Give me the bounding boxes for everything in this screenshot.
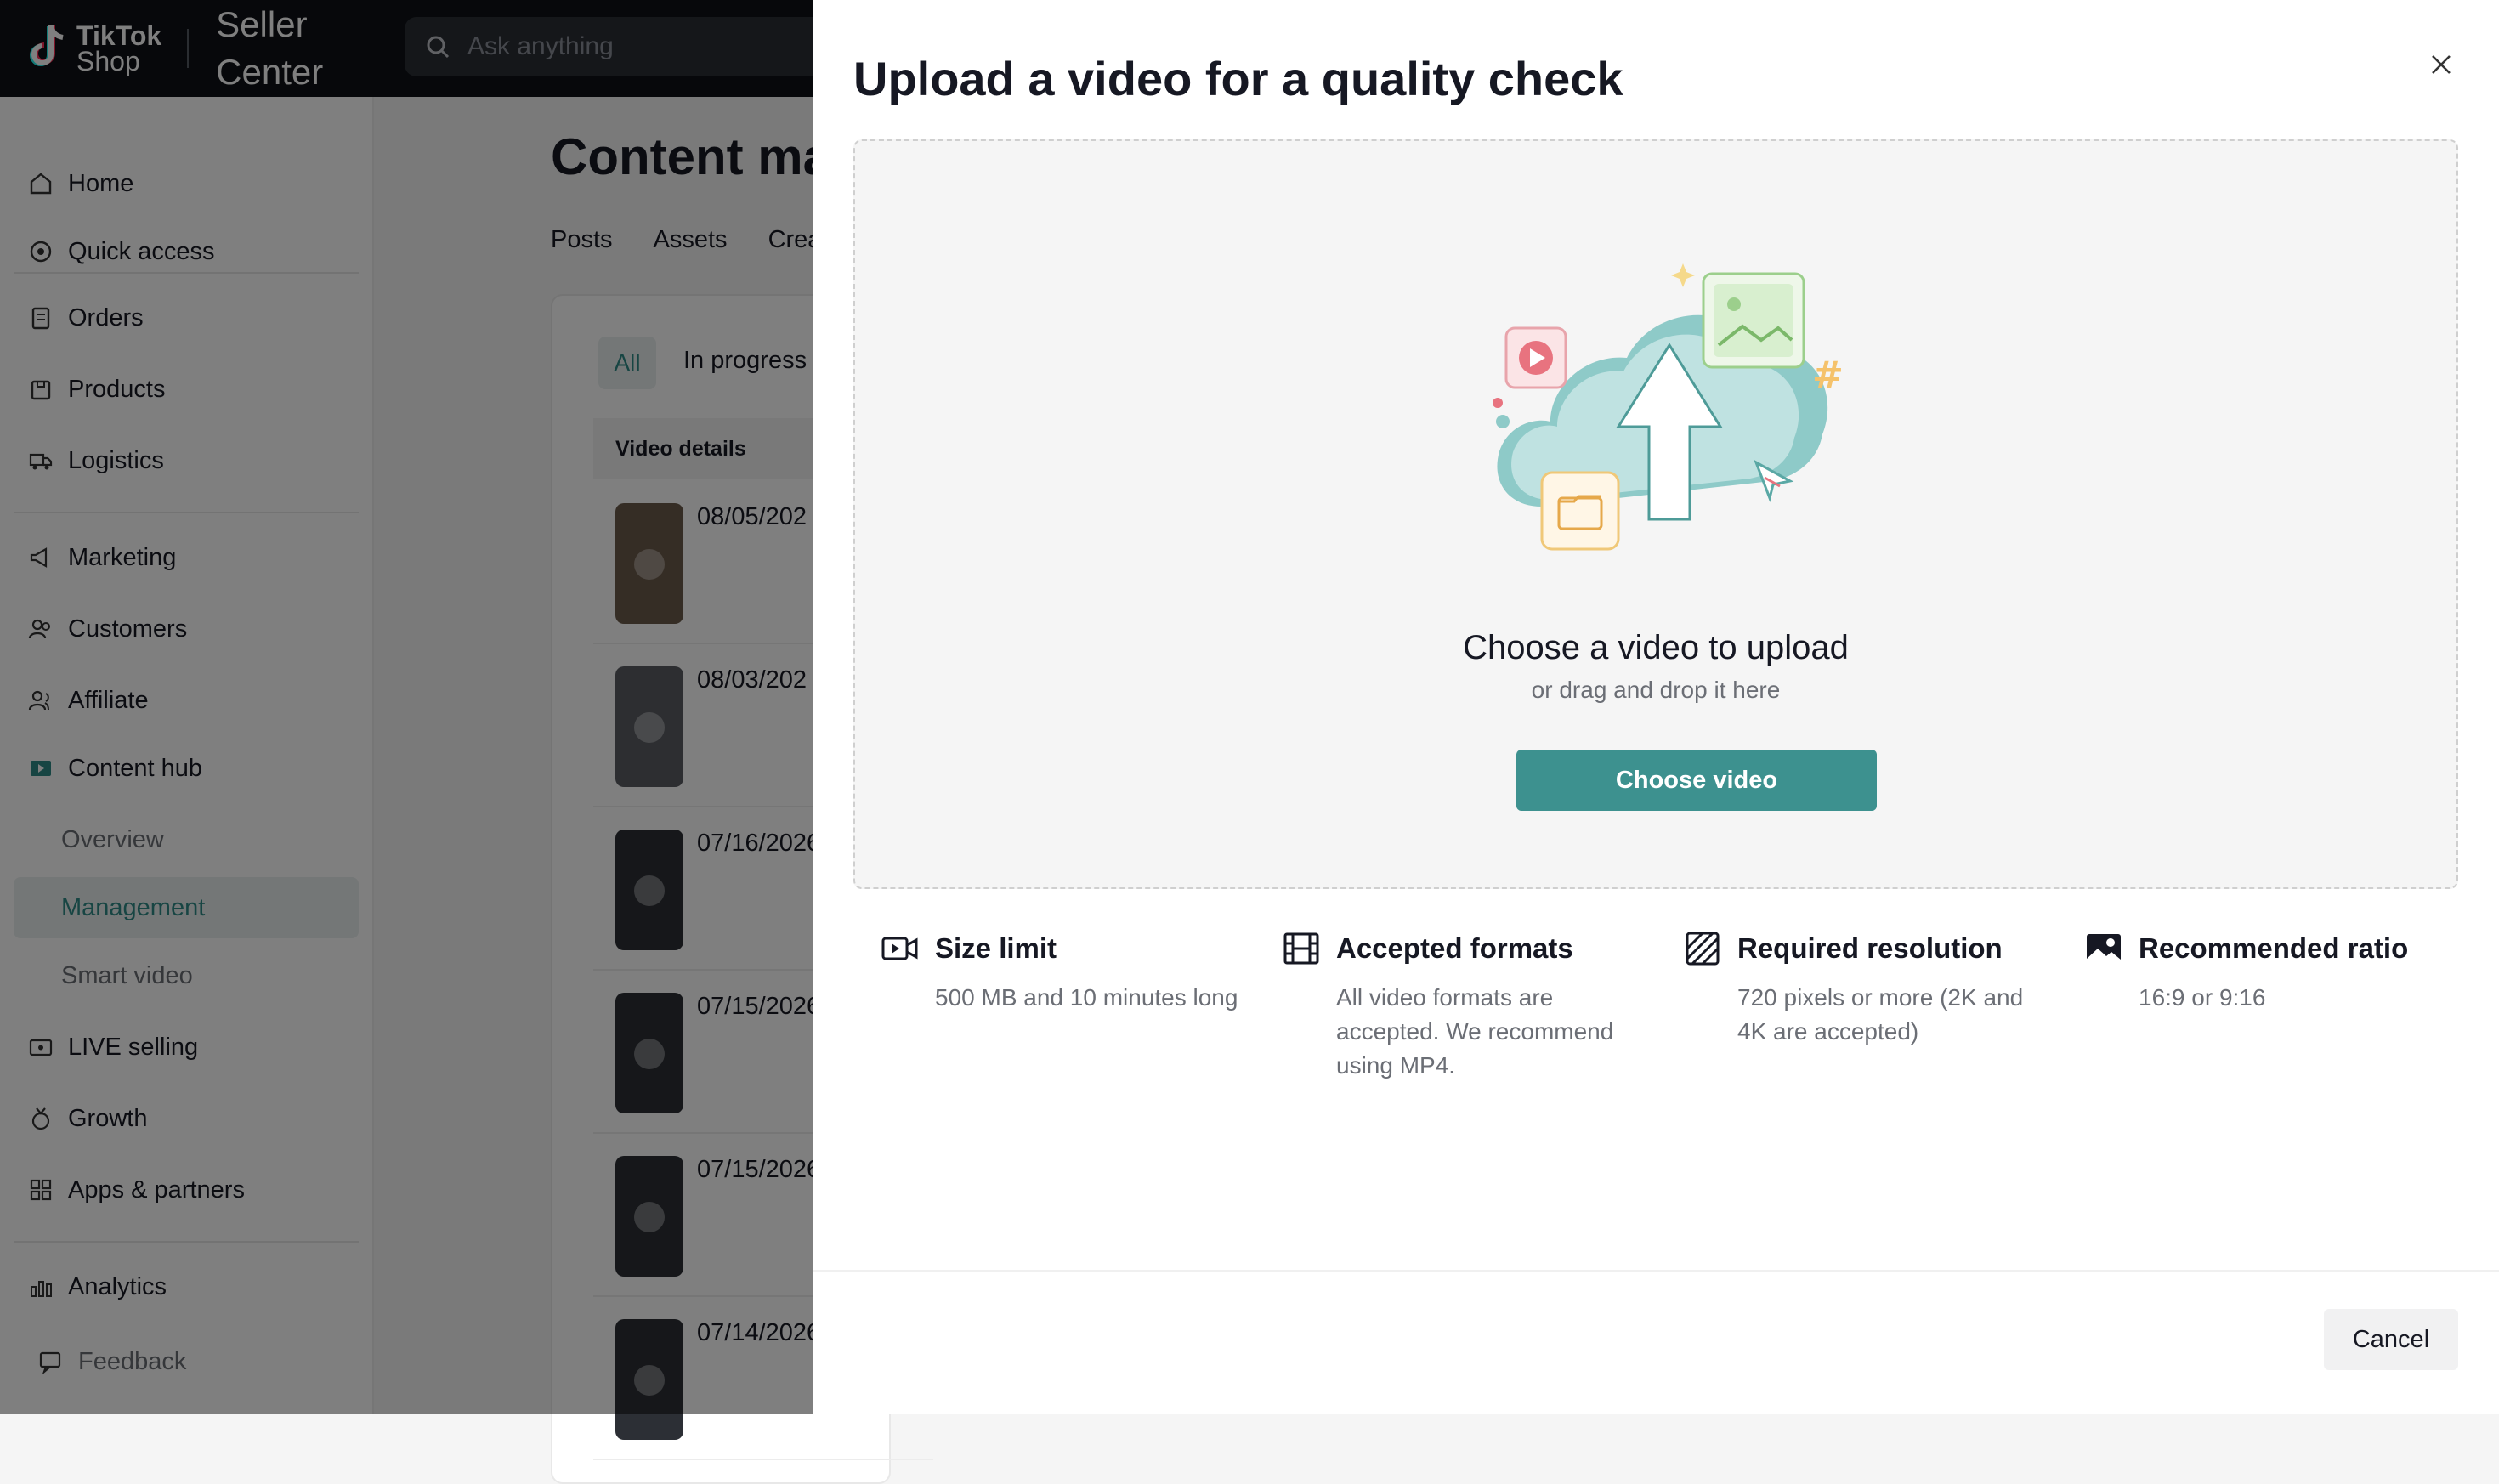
info-recommended-ratio: Recommended ratio 16:9 or 9:16 [2084,932,2458,1015]
drawer-footer: Cancel [813,1270,2499,1414]
resolution-icon [1686,932,1720,966]
cancel-button[interactable]: Cancel [2324,1309,2458,1370]
info-desc: 16:9 or 9:16 [2139,984,2266,1011]
dropzone-subtitle: or drag and drop it here [1531,677,1781,703]
info-desc: 500 MB and 10 minutes long [935,984,1238,1011]
info-title: Accepted formats [1336,932,1573,964]
close-button[interactable] [2424,48,2458,82]
upload-drawer: Upload a video for a quality check # Cho… [813,0,2499,1414]
info-accepted-formats: Accepted formats All video formats are a… [1282,932,1656,1083]
drawer-title: Upload a video for a quality check [853,52,1624,105]
film-icon [1284,932,1319,965]
info-title: Required resolution [1737,932,2003,964]
close-icon [2432,55,2451,74]
video-dropzone[interactable]: # Choose a video to upload or drag and d… [853,139,2458,889]
info-required-resolution: Required resolution 720 pixels or more (… [1683,932,2057,1049]
video-icon [881,937,918,960]
cloud-upload-illustration-icon: # [1493,263,1844,551]
info-title: Recommended ratio [2139,932,2409,964]
info-size-limit: Size limit 500 MB and 10 minutes long [881,932,1255,1015]
svg-text:#: # [1812,354,1844,397]
info-title: Size limit [935,932,1057,964]
dropzone-title: Choose a video to upload [1463,629,1849,666]
info-desc: All video formats are accepted. We recom… [1336,984,1614,1079]
ratio-icon [2087,934,2121,963]
info-desc: 720 pixels or more (2K and 4K are accept… [1737,984,2024,1045]
choose-video-button[interactable]: Choose video [1516,750,1877,811]
